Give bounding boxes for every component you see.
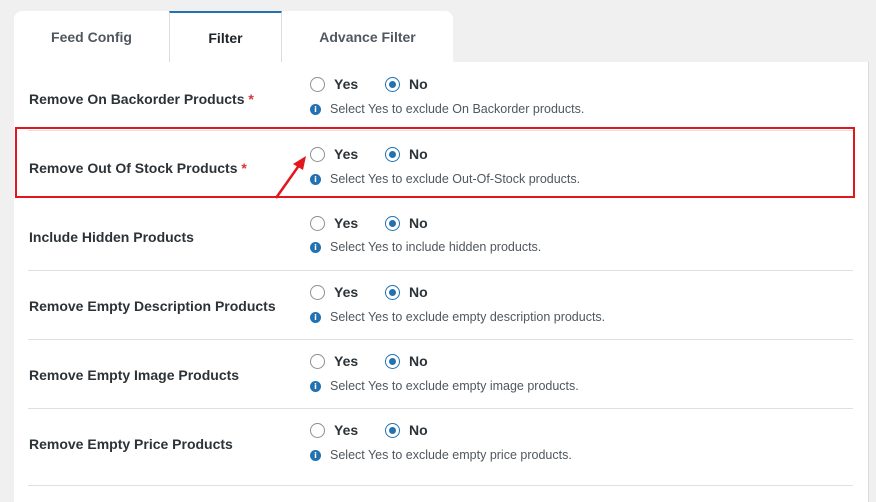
help-text-label: Select Yes to exclude On Backorder produ… (330, 102, 585, 116)
setting-label: Remove Out Of Stock Products * (29, 160, 247, 176)
radio-circle[interactable] (310, 353, 325, 369)
setting-label: Remove Empty Price Products (29, 436, 233, 452)
help-text: i Select Yes to exclude Out-Of-Stock prod… (310, 172, 580, 186)
info-icon: i (310, 241, 321, 253)
required-mark: * (248, 91, 254, 107)
radio-no[interactable]: No (385, 353, 428, 369)
tab-advance-filter[interactable]: Advance Filter (282, 11, 453, 62)
radio-label: Yes (334, 215, 359, 231)
radio-yes[interactable]: Yes (310, 353, 358, 369)
setting-label: Remove On Backorder Products * (29, 91, 254, 107)
radio-circle-checked[interactable] (385, 215, 400, 231)
radio-no[interactable]: No (385, 284, 428, 300)
radio-label: No (409, 146, 428, 162)
info-icon: i (310, 380, 321, 392)
radio-label: No (409, 215, 428, 231)
help-text: i Select Yes to include hidden products. (310, 240, 541, 254)
radio-circle-checked[interactable] (385, 76, 400, 92)
setting-label: Include Hidden Products (29, 229, 194, 245)
radio-yes[interactable]: Yes (310, 284, 358, 300)
info-icon: i (310, 103, 321, 115)
radio-circle[interactable] (310, 284, 325, 300)
radio-label: Yes (334, 146, 359, 162)
help-text: i Select Yes to exclude On Backorder prod… (310, 102, 584, 116)
radio-yes[interactable]: Yes (310, 146, 358, 162)
info-icon: i (310, 311, 321, 323)
tab-feed-config[interactable]: Feed Config (14, 11, 169, 62)
radio-label: Yes (334, 422, 359, 438)
radio-no[interactable]: No (385, 422, 428, 438)
radio-yes[interactable]: Yes (310, 215, 358, 231)
help-text-label: Select Yes to include hidden products. (330, 240, 542, 254)
help-text: i Select Yes to exclude empty description… (310, 310, 605, 324)
filter-panel: Remove On Backorder Products * Yes No iS… (14, 62, 869, 502)
help-text-label: Select Yes to exclude empty description … (330, 310, 606, 324)
radio-label: No (409, 76, 428, 92)
radio-circle-checked[interactable] (385, 284, 400, 300)
tab-bar: Feed Config Filter Advance Filter (14, 11, 453, 62)
radio-circle[interactable] (310, 422, 325, 438)
setting-label: Remove Empty Image Products (29, 367, 240, 383)
radio-circle[interactable] (310, 146, 325, 162)
radio-label: Yes (334, 76, 359, 92)
help-text: i Select Yes to exclude empty image produ… (310, 379, 579, 393)
radio-circle[interactable] (310, 76, 325, 92)
radio-circle[interactable] (310, 215, 325, 231)
radio-circle-checked[interactable] (385, 353, 400, 369)
radio-label: Yes (334, 353, 359, 369)
radio-label: No (409, 353, 428, 369)
info-icon: i (310, 449, 321, 461)
info-icon: i (310, 173, 321, 185)
radio-no[interactable]: No (385, 215, 428, 231)
radio-yes[interactable]: Yes (310, 422, 358, 438)
radio-yes[interactable]: Yes (310, 76, 358, 92)
setting-row-empty-price: Remove Empty Price Products Yes No i Sele… (28, 408, 853, 486)
radio-label: Yes (334, 284, 359, 300)
setting-row-hidden: Include Hidden Products Yes No i Select Y… (28, 200, 853, 271)
radio-no[interactable]: No (385, 76, 428, 92)
radio-circle-checked[interactable] (385, 422, 400, 438)
radio-no[interactable]: No (385, 146, 428, 162)
setting-row-empty-image: Remove Empty Image Products Yes No i Sele… (28, 339, 853, 409)
radio-label: No (409, 422, 428, 438)
setting-row-empty-description: Remove Empty Description Products Yes No… (28, 270, 853, 340)
required-mark: * (241, 160, 247, 176)
radio-circle-checked[interactable] (385, 146, 400, 162)
setting-label: Remove Empty Description Products (29, 298, 276, 314)
help-text: i Select Yes to exclude empty price produ… (310, 448, 572, 462)
help-text-label: Select Yes to exclude empty price produc… (330, 448, 572, 462)
help-text-label: Select Yes to exclude empty image produc… (330, 379, 579, 393)
setting-row-backorder: Remove On Backorder Products * Yes No iS… (28, 62, 853, 131)
help-text-label: Select Yes to exclude Out-Of-Stock produ… (330, 172, 581, 186)
tab-filter[interactable]: Filter (169, 11, 282, 62)
setting-row-out-of-stock: Remove Out Of Stock Products * Yes No iS… (28, 130, 853, 200)
radio-label: No (409, 284, 428, 300)
